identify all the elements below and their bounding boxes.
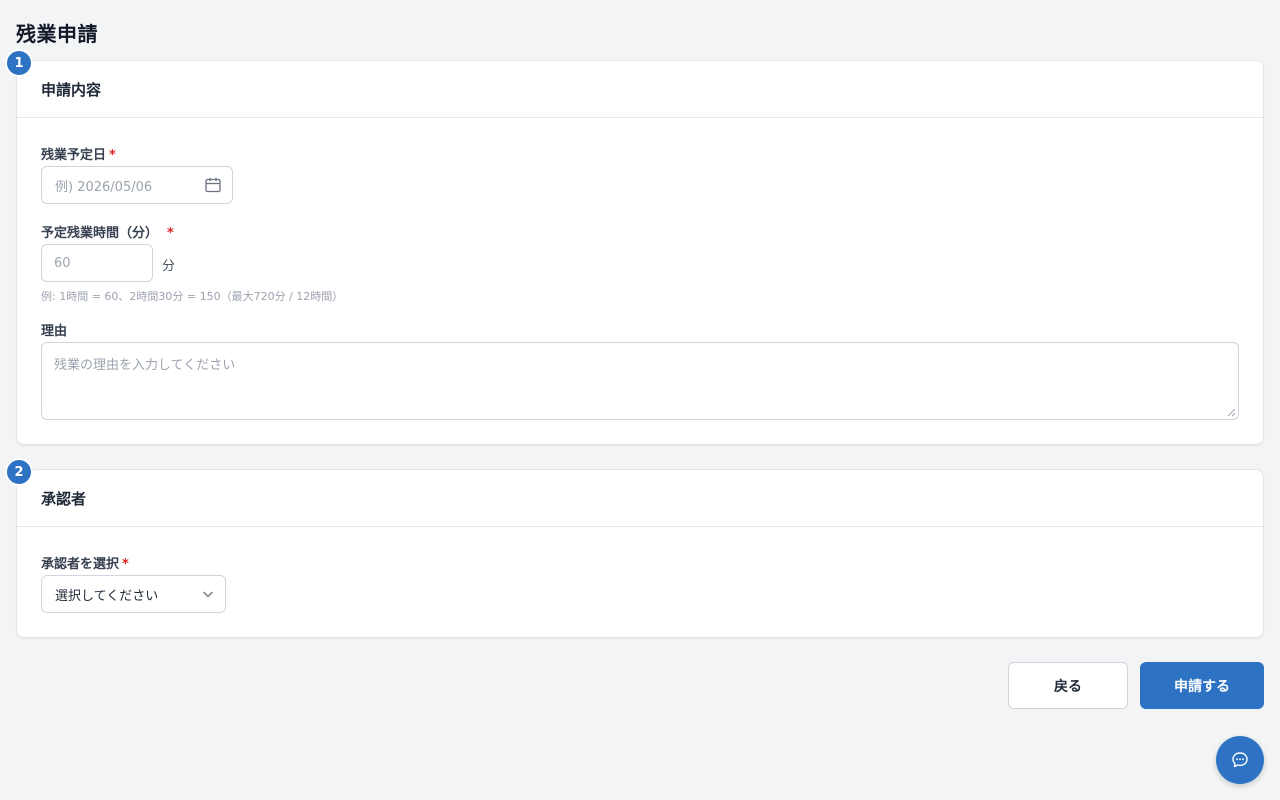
approver-select-value: 選択してください [55,588,159,604]
overtime-date-placeholder: 例) 2026/05/06 [55,179,153,195]
approver-label-text: 承認者を選択 [41,557,120,572]
calendar-icon[interactable] [204,176,222,194]
reason-label: 理由 [41,324,68,339]
overtime-request-page: 残業申請 1 申請内容 残業予定日 * 例) 2026/05/06 予定残業時間（… [0,0,1280,800]
card-header: 承認者 [17,470,1263,527]
section-title: 承認者 [41,489,87,508]
section-title: 申請内容 [41,80,102,99]
approver-label: 承認者を選択 * [41,553,129,572]
back-button[interactable]: 戻る [1008,662,1128,709]
chat-bubble-icon [1232,752,1248,768]
overtime-minutes-label: 予定残業時間（分） * [41,222,174,241]
overtime-minutes-placeholder: 60 [54,255,71,271]
required-mark: * [167,226,174,241]
minutes-hint: 例: 1時間 = 60、2時間30分 = 150（最大720分 / 12時間） [41,290,344,303]
overtime-date-label: 残業予定日 * [41,144,116,163]
overtime-minutes-input[interactable]: 60 [41,244,153,282]
submit-button[interactable]: 申請する [1140,662,1264,709]
step-badge-1: 1 [5,49,33,77]
reason-placeholder: 残業の理由を入力してください [54,358,236,373]
approver-card: 2 承認者 承認者を選択 * 選択してください [5,458,1264,638]
application-details-card: 1 申請内容 残業予定日 * 例) 2026/05/06 予定残業時間（分） * 6… [5,49,1264,445]
chat-button[interactable] [1216,736,1264,784]
card-header: 申請内容 [17,61,1263,118]
required-mark: * [122,557,129,572]
resize-grip-icon[interactable] [1227,408,1236,417]
step-badge-2: 2 [5,458,33,486]
overtime-date-input[interactable]: 例) 2026/05/06 [41,166,233,204]
chevron-down-icon [203,591,213,598]
overtime-minutes-label-text: 予定残業時間（分） [41,226,159,241]
reason-textarea[interactable]: 残業の理由を入力してください [41,342,1239,420]
required-mark: * [109,148,116,163]
overtime-date-label-text: 残業予定日 [41,148,107,163]
approver-select[interactable]: 選択してください [41,575,226,613]
page-title: 残業申請 [16,22,98,46]
minutes-unit: 分 [162,259,176,274]
